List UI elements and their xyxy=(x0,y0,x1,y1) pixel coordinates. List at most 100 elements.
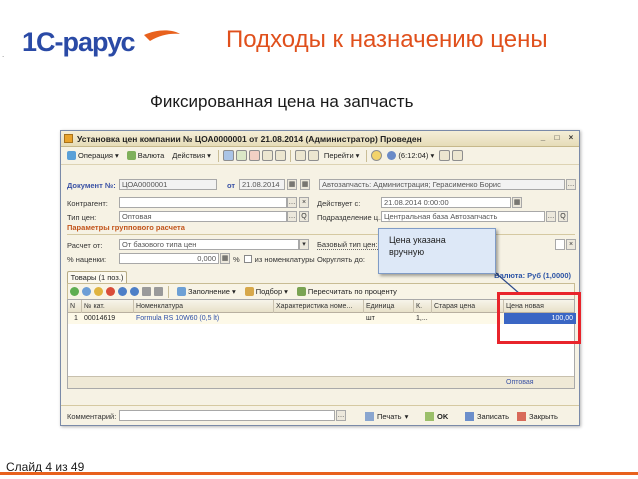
move-up-icon[interactable] xyxy=(118,287,127,296)
round-label: Округлять до: xyxy=(317,254,366,264)
print-icon[interactable] xyxy=(452,150,464,161)
contractor-select-button[interactable]: … xyxy=(287,197,297,208)
print-button[interactable]: Печать ▾ xyxy=(365,410,408,422)
cell-catalog-number[interactable]: 00014619 xyxy=(82,313,134,324)
cell-nomenclature[interactable]: Formula RS 10W60 (0,5 lt) xyxy=(134,313,274,324)
close-icon[interactable]: × xyxy=(565,133,577,144)
recalc-label: Пересчитать по проценту xyxy=(307,287,397,296)
calendar-icon-2[interactable]: ▦ xyxy=(300,179,310,190)
save-icon[interactable] xyxy=(222,150,234,161)
sort-asc-icon[interactable] xyxy=(142,287,151,296)
author-field[interactable]: Автозапчасть: Администрация; Герасименко… xyxy=(319,179,565,190)
price-type-field[interactable]: Оптовая xyxy=(119,211,287,222)
column-header-n[interactable]: N xyxy=(68,300,82,313)
time-button[interactable]: (6:12:04) ▾ xyxy=(384,149,437,163)
valid-from-label: Действует с: xyxy=(317,198,361,208)
printer-icon xyxy=(365,411,374,421)
sort-desc-icon[interactable] xyxy=(154,287,163,296)
column-header-nomenclature[interactable]: Номенклатура xyxy=(134,300,274,313)
recalc-button[interactable]: Пересчитать по проценту xyxy=(294,285,400,299)
base-type-clear-icon[interactable]: × xyxy=(566,239,576,250)
ok-label: OK xyxy=(437,411,449,421)
division-open-icon[interactable]: Q xyxy=(558,211,568,222)
bottom-bar: Комментарий: … Печать ▾ OK Записать Закры… xyxy=(61,405,579,425)
ok-button[interactable]: OK xyxy=(425,410,448,422)
copy-icon[interactable] xyxy=(261,150,273,161)
clock-icon xyxy=(387,151,397,160)
division-select-button[interactable]: … xyxy=(546,211,556,222)
slide-title: Подходы к назначению цены xyxy=(226,26,548,53)
column-header-characteristic[interactable]: Характеристика номе... xyxy=(274,300,364,313)
operation-menu-button[interactable]: Операция ▾ xyxy=(64,149,122,163)
recalc-icon xyxy=(296,287,306,296)
history-icon[interactable] xyxy=(439,150,451,161)
calendar-icon[interactable]: ▦ xyxy=(512,197,522,208)
document-number-field[interactable]: ЦОА0000001 xyxy=(119,179,217,190)
column-header-unit[interactable]: Единица xyxy=(364,300,414,313)
contractor-clear-icon[interactable]: × xyxy=(299,197,309,208)
contractor-label: Контрагент: xyxy=(67,198,108,208)
unpost-icon[interactable] xyxy=(248,150,260,161)
comment-edit-button[interactable]: … xyxy=(336,410,346,421)
cell-n[interactable]: 1 xyxy=(68,313,82,324)
annotation-callout: Цена указана вручную xyxy=(378,228,496,274)
structure-icon[interactable] xyxy=(274,150,286,161)
comment-field[interactable] xyxy=(119,410,335,421)
actions-menu-button[interactable]: Действия ▾ xyxy=(169,149,214,163)
cell-k[interactable]: 1,... xyxy=(414,313,432,324)
copy-row-icon[interactable] xyxy=(82,287,91,296)
report-icon[interactable] xyxy=(307,150,319,161)
main-toolbar: Операция ▾ Валюта Действия ▾ Перейти ▾ (6:1… xyxy=(61,147,579,165)
calculator-icon[interactable]: ▦ xyxy=(220,253,230,264)
document-date-row: от xyxy=(227,179,235,191)
price-type-select-button[interactable]: … xyxy=(287,211,297,222)
post-icon[interactable] xyxy=(235,150,247,161)
cell-old-price[interactable] xyxy=(432,313,504,324)
document-number-row: Документ №: xyxy=(67,179,116,191)
document-date-label: от xyxy=(227,180,236,190)
percent-sign: % xyxy=(233,254,240,264)
division-field[interactable]: Центральная база Автозапчасть xyxy=(381,211,545,222)
fill-icon xyxy=(177,287,186,296)
column-header-old-price[interactable]: Старая цена xyxy=(432,300,504,313)
calc-from-select[interactable]: От базового типа цен xyxy=(119,239,299,250)
column-header-catalog-number[interactable]: № кат. xyxy=(82,300,134,313)
currency-icon xyxy=(126,151,136,160)
markup-field[interactable]: 0,000 xyxy=(119,253,219,264)
company-logo: 1С-рарус xyxy=(22,27,180,57)
author-select-button[interactable]: … xyxy=(566,179,576,190)
help-icon[interactable] xyxy=(371,150,383,161)
delete-row-icon[interactable] xyxy=(106,287,115,296)
document-date-field[interactable]: 21.08.2014 xyxy=(239,179,285,190)
select-menu-button[interactable]: Подбор ▾ xyxy=(242,285,291,299)
document-window: Установка цен компании № ЦОА0000001 от 2… xyxy=(60,130,580,426)
from-nomenclature-checkbox[interactable] xyxy=(243,255,252,263)
valid-from-field[interactable]: 21.08.2014 0:00:00 xyxy=(381,197,511,208)
currency-button[interactable]: Валюта xyxy=(124,149,168,163)
window-titlebar: Установка цен компании № ЦОА0000001 от 2… xyxy=(61,131,579,147)
minimize-icon[interactable]: _ xyxy=(537,133,549,144)
calendar-icon[interactable]: ▦ xyxy=(287,179,297,190)
cell-characteristic[interactable] xyxy=(274,313,364,324)
close-button[interactable]: Закрыть xyxy=(517,410,558,422)
cell-unit[interactable]: шт xyxy=(364,313,414,324)
division-label: Подразделение ц... xyxy=(317,212,385,222)
chevron-down-icon[interactable]: ▾ xyxy=(299,239,309,250)
price-type-open-icon[interactable]: Q xyxy=(299,211,309,222)
contractor-field[interactable] xyxy=(119,197,287,208)
section-divider xyxy=(67,234,575,235)
save-button[interactable]: Записать xyxy=(465,410,509,422)
add-row-icon[interactable] xyxy=(70,287,79,296)
slide-subtitle: Фиксированная цена на запчасть xyxy=(150,92,414,111)
move-down-icon[interactable] xyxy=(130,287,139,296)
fill-menu-button[interactable]: Заполнение ▾ xyxy=(174,285,239,299)
goto-menu-button[interactable]: Перейти ▾ xyxy=(321,149,362,163)
movements-icon[interactable] xyxy=(294,150,306,161)
price-type-label: Тип цен: xyxy=(67,212,97,222)
goto-label: Перейти xyxy=(323,151,354,160)
edit-row-icon[interactable] xyxy=(94,287,103,296)
base-type-field-end[interactable] xyxy=(555,239,565,250)
tab-goods[interactable]: Товары (1 поз.) xyxy=(67,271,127,283)
maximize-icon[interactable]: □ xyxy=(551,133,563,144)
column-header-k[interactable]: К. xyxy=(414,300,432,313)
